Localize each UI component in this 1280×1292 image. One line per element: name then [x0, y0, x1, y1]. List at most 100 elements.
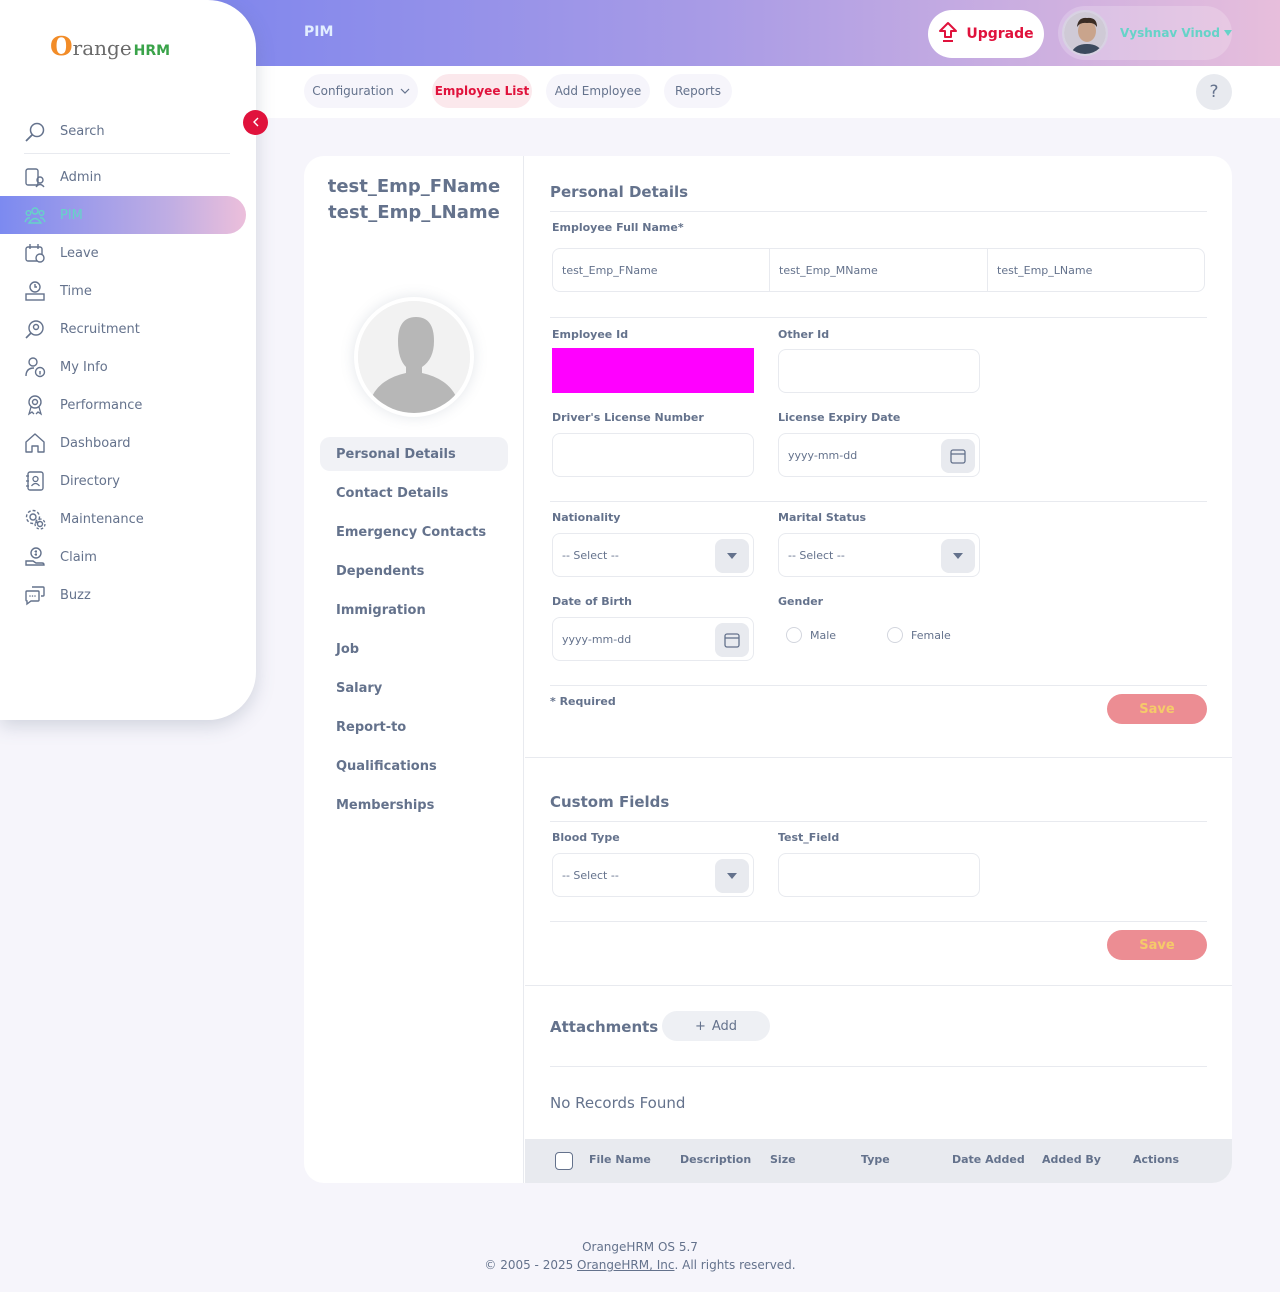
- directory-icon: [24, 470, 46, 492]
- column-header[interactable]: File Name: [589, 1153, 651, 1166]
- column-header[interactable]: Type: [861, 1153, 890, 1166]
- sidebar-item-time[interactable]: Time: [0, 272, 246, 310]
- tab-employee-list[interactable]: Employee List: [432, 74, 532, 108]
- upgrade-button[interactable]: Upgrade: [928, 10, 1044, 58]
- leave-icon: [24, 242, 46, 264]
- sidebar-collapse-button[interactable]: [243, 110, 268, 135]
- employee-id-input[interactable]: [552, 348, 754, 393]
- sidebar-item-my-info[interactable]: My Info: [0, 348, 246, 386]
- divider: [550, 501, 1207, 502]
- sidebar-item-claim[interactable]: Claim: [0, 538, 246, 576]
- help-button[interactable]: ?: [1196, 74, 1232, 110]
- other-id-input[interactable]: [778, 349, 980, 393]
- tab-salary[interactable]: Salary: [320, 671, 508, 705]
- version-text: OrangeHRM OS 5.7: [582, 1240, 698, 1254]
- column-header[interactable]: Date Added: [952, 1153, 1025, 1166]
- module-title: PIM: [304, 24, 334, 40]
- sidebar-item-label: Time: [60, 283, 92, 299]
- license-expiry-input[interactable]: yyyy-mm-dd: [778, 433, 980, 477]
- orangehrm-logo[interactable]: O range HRM: [50, 32, 170, 62]
- marital-status-label: Marital Status: [778, 511, 867, 524]
- personal-save-button[interactable]: Save: [1107, 694, 1207, 724]
- user-menu[interactable]: Vyshnav Vinod: [1058, 6, 1232, 60]
- chevron-down-icon: [400, 84, 410, 98]
- tab-personal-details[interactable]: Personal Details: [320, 437, 508, 471]
- license-number-input[interactable]: [552, 433, 754, 477]
- tab-immigration[interactable]: Immigration: [320, 593, 508, 627]
- sidebar-item-label: Leave: [60, 245, 99, 261]
- female-radio[interactable]: [887, 627, 903, 643]
- chevron-left-icon: [252, 116, 260, 130]
- sidebar-search[interactable]: Search: [24, 110, 230, 154]
- custom-save-button[interactable]: Save: [1107, 930, 1207, 960]
- column-header[interactable]: Description: [680, 1153, 751, 1166]
- tab-emergency-contacts[interactable]: Emergency Contacts: [320, 515, 508, 549]
- copyright-prefix: © 2005 - 2025: [484, 1258, 578, 1272]
- license-expiry-placeholder: yyyy-mm-dd: [788, 448, 858, 462]
- attachments-title: Attachments: [550, 1018, 659, 1036]
- section-divider: [525, 985, 1232, 986]
- tab-dependents[interactable]: Dependents: [320, 554, 508, 588]
- sidebar-item-recruitment[interactable]: Recruitment: [0, 310, 246, 348]
- sidebar-item-dashboard[interactable]: Dashboard: [0, 424, 246, 462]
- sidebar-item-pim[interactable]: PIM: [0, 196, 246, 234]
- admin-icon: [24, 166, 46, 188]
- user-name: Vyshnav Vinod: [1120, 26, 1221, 40]
- copyright-text: © 2005 - 2025 OrangeHRM, Inc. All rights…: [0, 1256, 1280, 1274]
- add-attachment-button[interactable]: + Add: [662, 1011, 770, 1041]
- nationality-value: -- Select --: [562, 548, 619, 562]
- tab-contact-details[interactable]: Contact Details: [320, 476, 508, 510]
- column-header[interactable]: Added By: [1042, 1153, 1101, 1166]
- column-header: Actions: [1133, 1153, 1179, 1166]
- middle-name-input[interactable]: test_Emp_MName: [769, 248, 988, 292]
- column-header[interactable]: Size: [770, 1153, 796, 1166]
- sidebar-item-leave[interactable]: Leave: [0, 234, 246, 272]
- profile-picture[interactable]: [354, 297, 474, 417]
- test-field-input[interactable]: [778, 853, 980, 897]
- sidebar-item-label: Buzz: [60, 587, 91, 603]
- marital-status-select[interactable]: -- Select --: [778, 533, 980, 577]
- female-label: Female: [911, 628, 951, 642]
- male-radio[interactable]: [786, 627, 802, 643]
- tab-configuration[interactable]: Configuration: [304, 74, 418, 108]
- blood-type-select[interactable]: -- Select --: [552, 853, 754, 897]
- search-icon: [24, 121, 46, 143]
- logo-hrm: HRM: [133, 43, 171, 59]
- sidebar-item-directory[interactable]: Directory: [0, 462, 246, 500]
- gender-male-option[interactable]: Male: [786, 627, 836, 643]
- male-label: Male: [810, 628, 837, 642]
- sidebar-item-buzz[interactable]: Buzz: [0, 576, 246, 614]
- search-input[interactable]: Search: [60, 124, 105, 139]
- tab-job[interactable]: Job: [320, 632, 508, 666]
- tab-report-to[interactable]: Report-to: [320, 710, 508, 744]
- dob-input[interactable]: yyyy-mm-dd: [552, 617, 754, 661]
- sidebar-item-label: My Info: [60, 359, 108, 375]
- tab-memberships[interactable]: Memberships: [320, 788, 508, 822]
- dashboard-icon: [24, 432, 46, 454]
- tab-qualifications[interactable]: Qualifications: [320, 749, 508, 783]
- employee-details-card: test_Emp_FName test_Emp_LName Personal D…: [304, 156, 1232, 1183]
- license-expiry-label: License Expiry Date: [778, 411, 901, 424]
- caret-down-icon: [941, 539, 975, 573]
- sidebar-item-admin[interactable]: Admin: [0, 158, 246, 196]
- sidebar: O range HRM Search Admin PIM Leave Time …: [0, 0, 256, 720]
- blood-type-value: -- Select --: [562, 868, 619, 882]
- tab-add-employee[interactable]: Add Employee: [546, 74, 650, 108]
- gender-female-option[interactable]: Female: [887, 627, 951, 643]
- company-link[interactable]: OrangeHRM, Inc: [577, 1258, 674, 1272]
- details-pane: Personal Details Employee Full Name* tes…: [525, 156, 1232, 1183]
- calendar-icon[interactable]: [941, 439, 975, 473]
- calendar-icon[interactable]: [715, 623, 749, 657]
- buzz-icon: [24, 584, 46, 606]
- tab-reports[interactable]: Reports: [664, 74, 732, 108]
- sidebar-item-label: Performance: [60, 397, 143, 413]
- tab-configuration-label: Configuration: [312, 84, 394, 98]
- first-name-input[interactable]: test_Emp_FName: [552, 248, 770, 292]
- sidebar-item-maintenance[interactable]: Maintenance: [0, 500, 246, 538]
- nationality-select[interactable]: -- Select --: [552, 533, 754, 577]
- select-all-checkbox[interactable]: [555, 1152, 573, 1170]
- last-name-input[interactable]: test_Emp_LName: [987, 248, 1205, 292]
- logo-range: range: [72, 36, 132, 60]
- sidebar-item-performance[interactable]: Performance: [0, 386, 246, 424]
- divider: [550, 821, 1207, 822]
